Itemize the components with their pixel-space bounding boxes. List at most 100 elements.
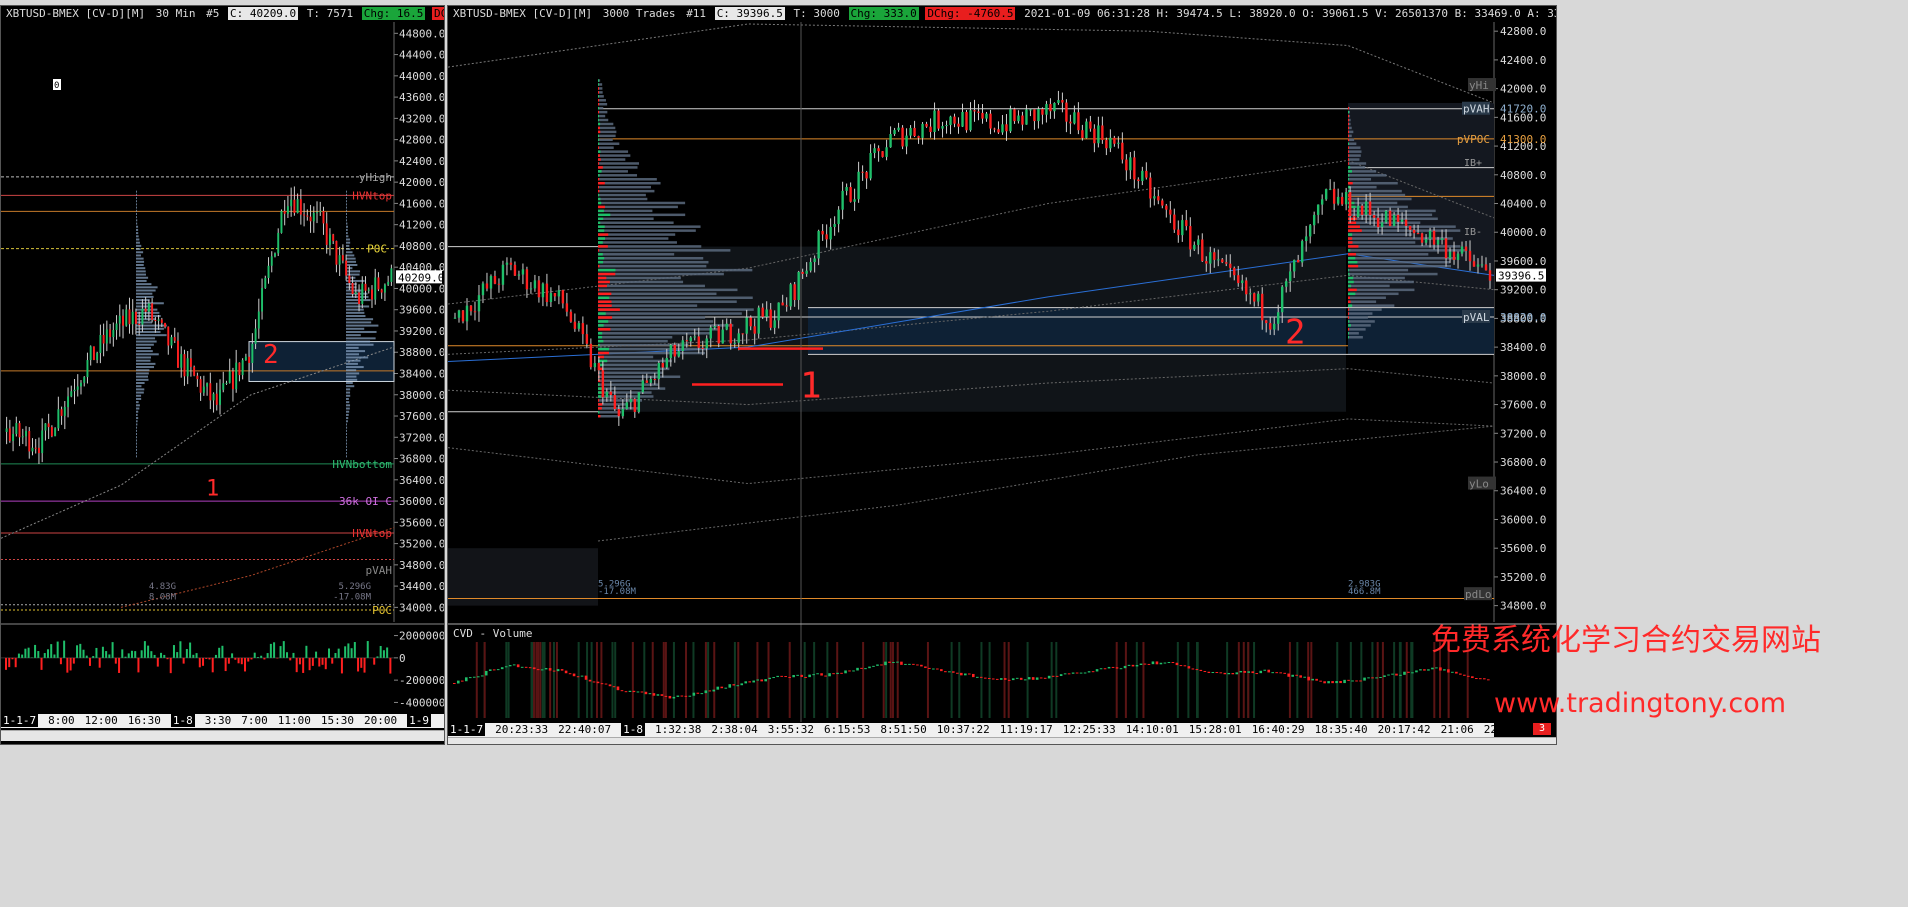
right-volume-profile-1-bar <box>598 154 631 157</box>
right-candle-body <box>933 110 936 133</box>
right-volume-profile-2-delta <box>1348 249 1351 252</box>
right-volume-profile-1-bar <box>598 170 628 173</box>
right-cvd-candle <box>580 675 584 677</box>
right-candle-body <box>849 187 852 202</box>
right-cvd-candle <box>1003 678 1007 680</box>
right-cvd-bg-bar <box>614 642 617 718</box>
left-cvd-bar <box>331 657 334 664</box>
right-volume-profile-1-bar <box>598 371 663 375</box>
left-chart-window[interactable]: XBTUSD-BMEX [CV-D][M] 30 Min #5 C: 40209… <box>0 5 445 745</box>
left-volume-profile-bar <box>136 286 158 289</box>
right-cvd-candle <box>652 693 656 696</box>
right-volume-profile-1-delta <box>598 411 600 414</box>
right-cvd-bg-bar <box>926 642 929 718</box>
right-cvd-bg-bar <box>707 642 710 718</box>
right-candle-body <box>1428 230 1432 240</box>
right-label-pvpoc-val: 41300.0 <box>1500 133 1546 146</box>
right-cvd-candle <box>508 665 512 667</box>
left-cvd-bar <box>321 657 324 665</box>
right-cvd-bg-bar <box>988 642 991 718</box>
right-volume-profile-1-delta <box>598 300 612 303</box>
left-y-tick-label: 35200.0 <box>399 538 444 551</box>
left-change-badge: Chg: 16.5 <box>361 7 426 20</box>
right-candle-body <box>1249 293 1252 295</box>
right-candle-body <box>549 293 553 303</box>
left-scrollbar[interactable] <box>1 730 444 741</box>
right-cvd-candle <box>892 661 895 663</box>
left-cvd-tick-label: -2000000 <box>399 674 444 687</box>
left-cvd-bar <box>198 657 201 668</box>
right-candle-body <box>473 311 477 313</box>
right-candle-body <box>985 113 988 119</box>
right-volume-profile-1-bar <box>598 217 654 221</box>
left-candle-body <box>374 277 377 300</box>
right-candle-body <box>969 110 972 131</box>
right-cvd-candle <box>516 664 520 668</box>
left-volume-profile-bar <box>346 260 357 263</box>
right-cvd-bg-bar <box>537 642 540 718</box>
left-volume-profile-bar <box>136 439 137 442</box>
right-cvd-candle <box>836 672 839 675</box>
right-cvd-bg-bar <box>685 642 688 718</box>
right-cvd-candle <box>676 695 680 697</box>
right-y-tick-label: 42800.0 <box>1500 25 1546 38</box>
left-volume-profile-bar <box>346 334 361 337</box>
right-cvd-bg-bar <box>788 642 791 718</box>
right-chart-window[interactable]: XBTUSD-BMEX [CV-D][M] 3000 Trades #11 C:… <box>447 5 1557 745</box>
right-cvd-candle <box>1031 677 1035 680</box>
left-candle-body <box>160 319 163 323</box>
left-cvd-bar <box>8 657 11 668</box>
right-volume-profile-1-delta <box>598 201 602 205</box>
left-candle-body <box>41 430 44 454</box>
left-price-chart[interactable]: 44800.0 44400.0 44000.0 43600.0 43200.0 42800… <box>1 6 444 744</box>
right-candle-body <box>1125 159 1128 171</box>
right-volume-profile-2-delta <box>1348 225 1360 228</box>
right-cvd-candle <box>780 675 783 677</box>
left-volume-profile-bar <box>346 378 358 381</box>
right-band-4 <box>448 418 1495 485</box>
right-volume-profile-2-delta <box>1348 154 1350 157</box>
right-candle-body <box>1476 264 1480 267</box>
watermark-url: www.tradingtony.com <box>1494 688 1787 719</box>
left-candle-body <box>215 393 218 405</box>
right-volume-profile-2-bar <box>1348 197 1412 201</box>
right-volume-profile-2-delta <box>1348 260 1358 264</box>
right-candle-body <box>485 283 489 289</box>
right-candle-body <box>453 317 457 319</box>
left-volume-profile-bar <box>136 203 137 206</box>
right-cvd-candle <box>1271 672 1275 674</box>
left-volume-profile-bar <box>346 225 349 228</box>
right-cvd-candle <box>584 675 588 680</box>
right-volume-profile-2-bar <box>1348 154 1361 157</box>
right-candle-body <box>685 340 688 342</box>
right-cvd-candle <box>1367 677 1370 679</box>
left-volume-profile-bar <box>346 318 374 321</box>
right-volume-profile-1-delta <box>598 130 601 134</box>
left-candle-body <box>31 447 34 452</box>
left-cvd-bar <box>256 657 259 658</box>
right-scrollbar[interactable] <box>448 737 1556 744</box>
right-y-tick-label: 42400.0 <box>1500 54 1546 67</box>
right-cvd-bg-bar <box>552 642 555 718</box>
right-candle-body <box>585 334 589 344</box>
right-volume-profile-1-delta <box>598 268 616 272</box>
right-volume-profile-1-bar <box>598 229 696 232</box>
right-volume-profile-2-bar <box>1348 225 1456 228</box>
left-volume-profile-bar <box>346 197 347 200</box>
right-volume-profile-1-delta <box>598 249 600 252</box>
right-volume-profile-1-bar <box>598 316 706 319</box>
left-cvd-bar <box>156 657 159 667</box>
right-cvd-bg-bar <box>1411 642 1414 718</box>
right-volume-profile-2-delta <box>1348 142 1349 145</box>
left-volume-profile-bar <box>136 206 137 209</box>
right-volume-profile-1-bar <box>598 387 666 390</box>
right-candle-body <box>545 283 549 303</box>
right-volume-profile-2-delta <box>1348 181 1353 185</box>
right-candle-body <box>1097 125 1100 144</box>
left-candle-body <box>351 283 354 295</box>
right-cvd-bg-bar <box>1242 642 1245 718</box>
left-candle-body <box>241 360 244 376</box>
right-candle-body <box>501 264 505 285</box>
right-candle-body <box>809 262 812 271</box>
right-price-chart[interactable]: 42800.042400.042000.041600.041200.040800… <box>448 6 1556 744</box>
